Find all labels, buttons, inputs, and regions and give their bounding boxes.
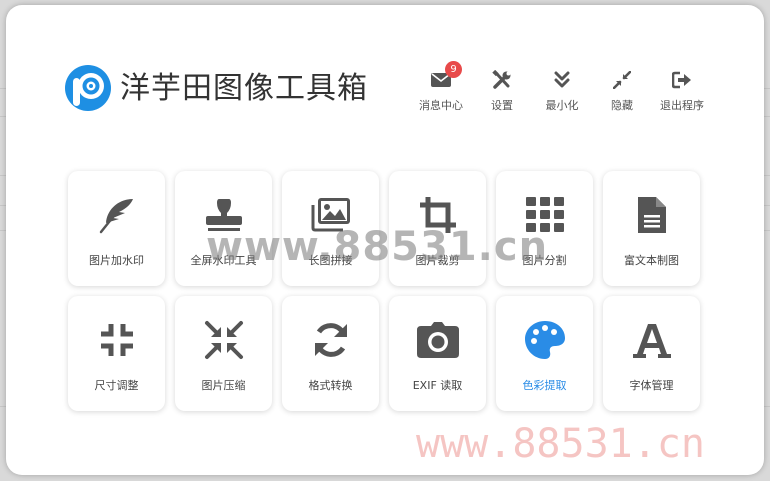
settings-button[interactable]: 设置 — [478, 69, 526, 113]
tool-crop[interactable]: 图片裁剪 — [389, 171, 486, 286]
compress-arrows-icon — [611, 69, 633, 91]
tool-label: 图片加水印 — [89, 254, 144, 267]
chevrons-down-icon — [551, 69, 573, 91]
tool-label: 富文本制图 — [624, 254, 679, 267]
tool-compress[interactable]: 图片压缩 — [175, 296, 272, 411]
app-logo-icon — [65, 65, 111, 111]
grid-icon — [523, 193, 567, 237]
crop-icon — [416, 193, 460, 237]
hide-label: 隐藏 — [611, 99, 633, 112]
tool-label: 图片裁剪 — [415, 254, 460, 267]
app-title: 洋芋田图像工具箱 — [120, 71, 368, 106]
tools-icon — [491, 69, 513, 91]
message-center-label: 消息中心 — [419, 99, 463, 112]
tool-label: 字体管理 — [629, 379, 674, 392]
tool-add-watermark[interactable]: 图片加水印 — [68, 171, 165, 286]
font-icon — [630, 318, 674, 362]
sync-icon — [309, 318, 353, 362]
top-toolbar: 9 消息中心 设置 最小化 隐藏 退出程序 — [416, 61, 706, 113]
minimize-button[interactable]: 最小化 — [538, 69, 586, 113]
exit-label: 退出程序 — [660, 99, 704, 112]
app-window: 洋芋田图像工具箱 9 消息中心 设置 最小化 隐藏 退出程序 图片加水印 全屏水… — [6, 5, 764, 475]
tool-label: 全屏水印工具 — [190, 254, 257, 267]
compress-icon — [95, 318, 139, 362]
minimize-label: 最小化 — [545, 99, 579, 112]
file-text-icon — [630, 193, 674, 237]
tool-font-manage[interactable]: 字体管理 — [603, 296, 700, 411]
hide-button[interactable]: 隐藏 — [598, 69, 646, 113]
tool-rich-text-image[interactable]: 富文本制图 — [603, 171, 700, 286]
images-icon — [309, 193, 353, 237]
tool-fullscreen-watermark[interactable]: 全屏水印工具 — [175, 171, 272, 286]
camera-icon — [416, 318, 460, 362]
palette-icon — [523, 318, 567, 362]
tool-exif-read[interactable]: EXIF 读取 — [389, 296, 486, 411]
tool-label: 色彩提取 — [522, 379, 567, 392]
message-badge: 9 — [445, 61, 462, 78]
tool-label: 长图拼接 — [308, 254, 353, 267]
sign-out-icon — [671, 69, 693, 91]
tool-label: EXIF 读取 — [412, 379, 463, 392]
tool-long-image-stitch[interactable]: 长图拼接 — [282, 171, 379, 286]
tool-label: 图片分割 — [522, 254, 567, 267]
tool-format-convert[interactable]: 格式转换 — [282, 296, 379, 411]
tool-label: 图片压缩 — [201, 379, 246, 392]
exit-button[interactable]: 退出程序 — [658, 69, 706, 113]
tool-label: 格式转换 — [308, 379, 353, 392]
tool-grid: 图片加水印 全屏水印工具 长图拼接 图片裁剪 图片分割 富文本制图 尺寸调整 图… — [68, 171, 700, 411]
feather-icon — [95, 193, 139, 237]
tool-split[interactable]: 图片分割 — [496, 171, 593, 286]
tool-color-extract[interactable]: 色彩提取 — [496, 296, 593, 411]
message-center-button[interactable]: 9 消息中心 — [416, 61, 466, 113]
compress-arrows-icon — [202, 318, 246, 362]
stamp-icon — [202, 193, 246, 237]
settings-label: 设置 — [491, 99, 513, 112]
tool-resize[interactable]: 尺寸调整 — [68, 296, 165, 411]
tool-label: 尺寸调整 — [94, 379, 139, 392]
